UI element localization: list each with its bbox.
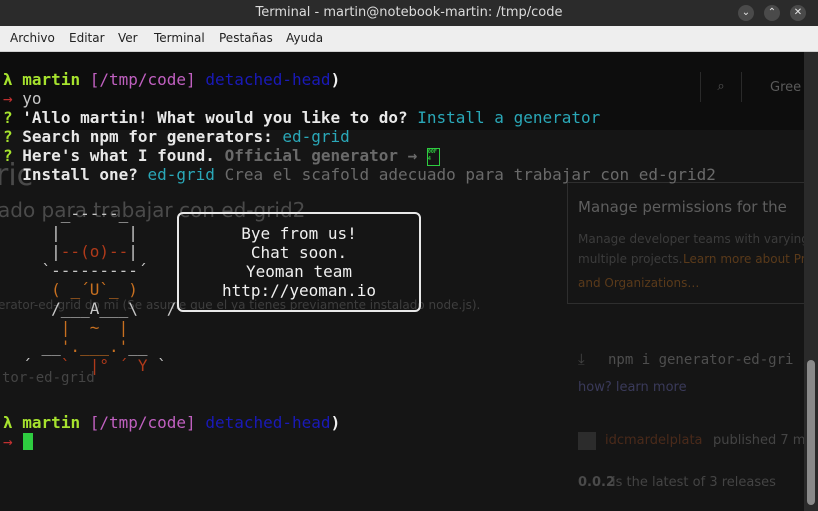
prompt-path: [/tmp/code]	[89, 70, 196, 89]
answer-4: ed-grid	[147, 165, 215, 184]
background-search-icon: ⌕	[700, 72, 742, 102]
window-title: Terminal - martin@notebook-martin: /tmp/…	[255, 5, 563, 20]
background-box-title: Manage permissions for the	[578, 198, 787, 216]
menu-archivo[interactable]: Archivo	[10, 31, 55, 45]
background-box-text: Manage developer teams with varying	[578, 232, 804, 246]
background-avatar	[578, 432, 596, 450]
prompt-branch: detached-head	[205, 70, 331, 89]
input-line: →	[3, 432, 13, 451]
menu-editar[interactable]: Editar	[69, 31, 105, 45]
menu-bar: Archivo Editar Ver Terminal Pestañas Ayu…	[0, 26, 818, 52]
bubble-line-2: Chat soon.	[250, 243, 348, 262]
background-search-hint: Gree	[770, 80, 802, 95]
prompt-branch: detached-head	[205, 413, 331, 432]
maximize-icon[interactable]: ⌃	[764, 5, 780, 21]
question-1-text: 'Allo martin! What would you like to do?	[22, 108, 408, 127]
prompt-user: martin	[22, 70, 81, 89]
prompt-close-paren: )	[330, 413, 341, 432]
background-install-command: npm i generator-ed-gri	[608, 352, 794, 368]
speech-bubble: Bye from us! Chat soon. Yeoman team http…	[177, 212, 421, 312]
glyph-box: 00F4	[426, 147, 440, 166]
prompt-lambda: λ	[3, 413, 13, 432]
scrollbar[interactable]	[804, 52, 818, 511]
prompt-line-1: λ martin [/tmp/code] detached-head)	[3, 70, 340, 89]
menu-ver[interactable]: Ver	[118, 31, 138, 45]
question-2: ? Search npm for generators: ed-grid	[3, 127, 350, 146]
menu-ayuda[interactable]: Ayuda	[286, 31, 323, 45]
bubble-line-3: Yeoman team	[246, 262, 352, 281]
minimize-icon[interactable]: ⌄	[738, 5, 754, 21]
question-mark: ?	[3, 108, 13, 127]
background-latest-version: 0.0.2	[578, 475, 616, 490]
prompt-path: [/tmp/code]	[89, 413, 196, 432]
yeoman-ascii-art: _-----_ | | |--(o)--| `---------´ ( _´U`…	[22, 204, 177, 375]
background-download-icon: ⤓	[578, 350, 585, 368]
prompt-arrow: →	[3, 432, 13, 451]
command-text: yo	[22, 89, 42, 108]
terminal-cursor	[23, 433, 33, 450]
background-publisher: idcmardelplata	[605, 433, 703, 448]
background-box-text2: multiple projects.	[578, 252, 683, 266]
prompt-user: martin	[22, 413, 81, 432]
question-2-text: Search npm for generators:	[22, 127, 273, 146]
bubble-line-4: http://yeoman.io	[221, 281, 377, 300]
scrollbar-thumb[interactable]	[807, 360, 815, 505]
question-mark: ?	[3, 146, 13, 165]
menu-pestanas[interactable]: Pestañas	[219, 31, 273, 45]
prompt-line-2: λ martin [/tmp/code] detached-head)	[3, 413, 340, 432]
close-icon[interactable]: ✕	[790, 5, 806, 21]
answer-3: Official generator →	[224, 146, 418, 165]
title-bar: Terminal - martin@notebook-martin: /tmp/…	[0, 0, 818, 26]
question-mark: ?	[3, 127, 13, 146]
prompt-close-paren: )	[330, 70, 341, 89]
prompt-lambda: λ	[3, 70, 13, 89]
answer-2: ed-grid	[282, 127, 350, 146]
question-4: Install one? ed-grid Crea el scafold ade…	[3, 165, 716, 184]
question-4-text: Install one?	[22, 165, 138, 184]
answer-1: Install a generator	[417, 108, 601, 127]
prompt-arrow: →	[3, 89, 13, 108]
question-1: ? 'Allo martin! What would you like to d…	[3, 108, 600, 127]
menu-terminal[interactable]: Terminal	[154, 31, 205, 45]
answer-4-description: Crea el scafold adecuado para trabajar c…	[224, 165, 716, 184]
bubble-line-1: Bye from us!	[241, 224, 357, 243]
background-box-link2: and Organizations…	[578, 276, 700, 290]
command-line: → yo	[3, 89, 42, 108]
question-3-text: Here's what I found.	[22, 146, 215, 165]
background-box-link: Learn more about Pr	[683, 252, 804, 266]
background-how-link: how? learn more	[578, 380, 687, 395]
background-published: published 7 min	[713, 433, 804, 448]
terminal-area[interactable]: ⌕ Gree ric ado para trabajar con ed-grid…	[0, 52, 804, 511]
question-3: ? Here's what I found. Official generato…	[3, 146, 440, 166]
background-latest-text: is the latest of 3 releases	[612, 475, 776, 490]
